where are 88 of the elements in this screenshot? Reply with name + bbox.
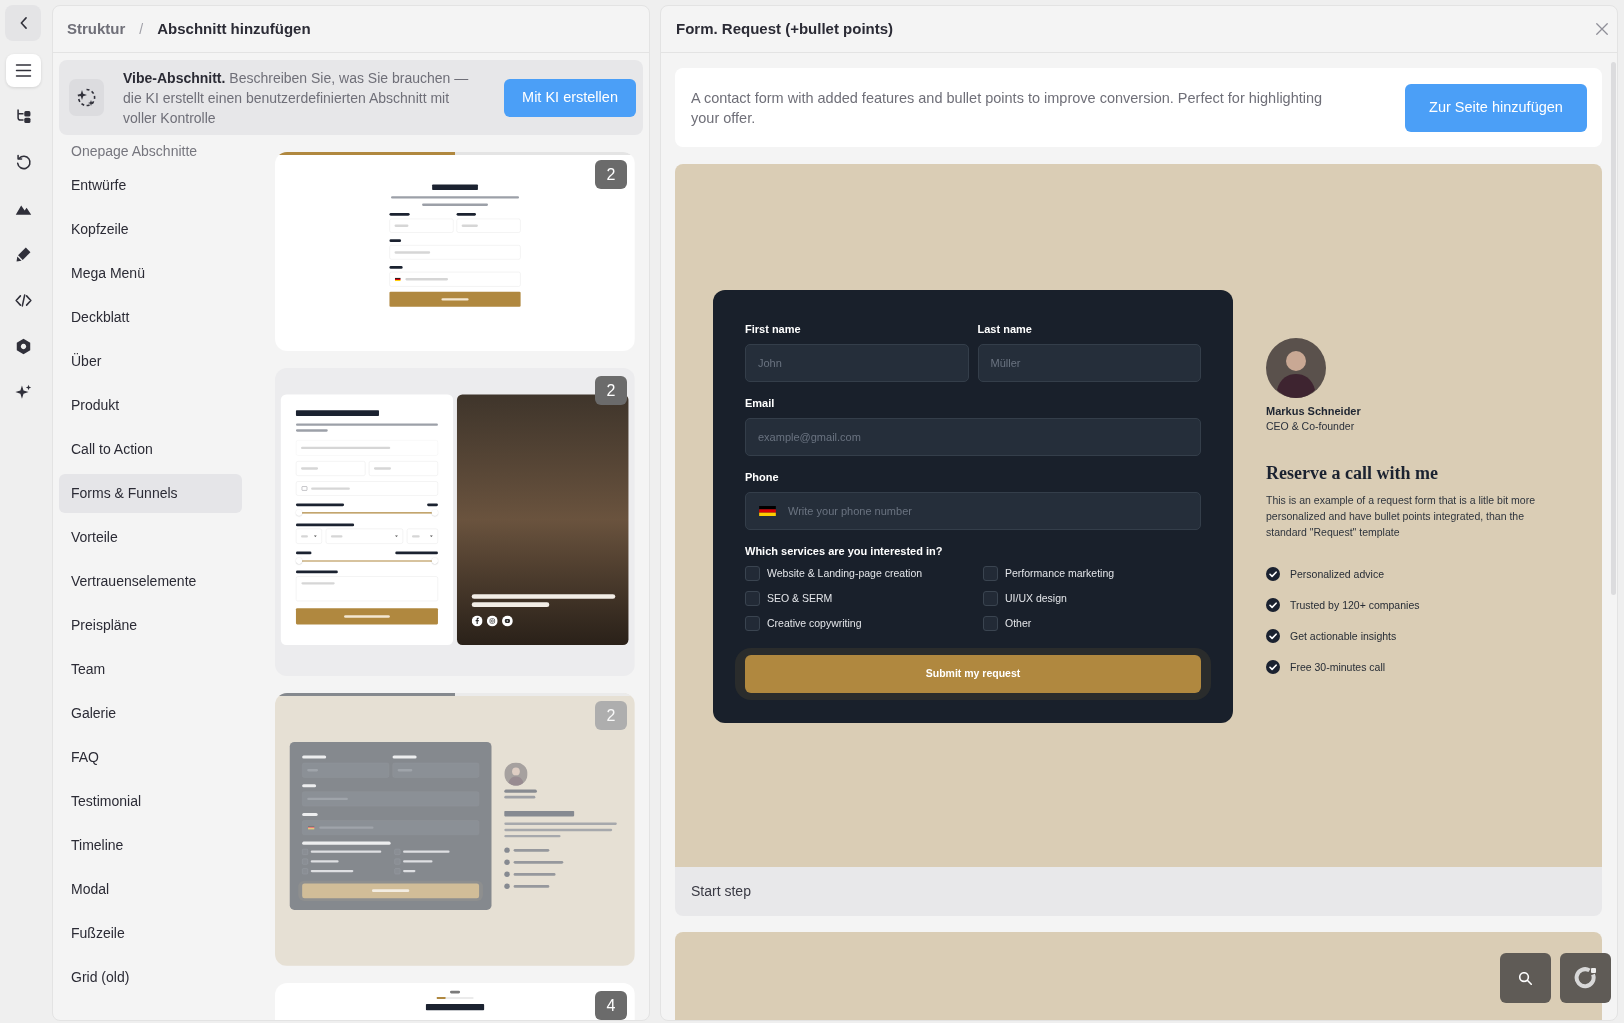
phone-field[interactable]: Write your phone number xyxy=(745,491,1201,530)
category-item[interactable]: Über xyxy=(59,342,242,381)
camera-icon xyxy=(486,615,498,627)
category-item[interactable]: Preispläne xyxy=(59,606,242,645)
step-bar: Start step xyxy=(675,867,1602,916)
count-badge: 2 xyxy=(595,160,627,189)
chevron-left-icon xyxy=(19,17,27,29)
category-item[interactable]: Kopfzeile xyxy=(59,210,242,249)
category-item[interactable]: FAQ xyxy=(59,738,242,777)
count-badge: 2 xyxy=(595,376,627,405)
option-label: SEO & SERM xyxy=(767,590,833,606)
check-icon xyxy=(1266,597,1280,612)
category-item[interactable]: Testimonial xyxy=(59,782,242,821)
checkbox[interactable] xyxy=(745,590,760,606)
check-icon xyxy=(1266,628,1280,643)
count-badge: 4 xyxy=(595,991,627,1020)
option-label: Website & Landing-page creation xyxy=(767,565,923,581)
field-label: Email xyxy=(745,395,776,410)
checkbox[interactable] xyxy=(983,590,998,606)
breadcrumb-link[interactable]: Struktur xyxy=(67,17,126,41)
close-icon[interactable] xyxy=(1595,22,1609,36)
breadcrumb-separator: / xyxy=(139,19,144,39)
play-icon xyxy=(502,615,513,627)
widget-button[interactable] xyxy=(1560,953,1611,1003)
sidebar-tab[interactable] xyxy=(5,54,41,87)
banner-text: Vibe-Abschnitt. Beschreiben Sie, was Sie brauchen — die KI erstellt einen benutzerdefinierten Abschnitt mit voller Kontrolle xyxy=(123,68,470,128)
option-label: Performance marketing xyxy=(1005,565,1115,581)
template-description: A contact form with added features and bullet points to improve conversion. Perfect for highlighting your offer. xyxy=(691,88,1324,128)
category-item[interactable]: Deckblatt xyxy=(59,298,242,337)
text-field[interactable]: John xyxy=(745,343,969,382)
person-role: CEO & Co-founder xyxy=(1266,418,1356,434)
search-button[interactable] xyxy=(1500,953,1551,1003)
history-icon xyxy=(14,154,32,171)
text-field[interactable]: Müller xyxy=(977,343,1201,382)
avatar xyxy=(1266,337,1326,398)
category-item[interactable]: Grid (old) xyxy=(59,958,242,997)
scrollbar[interactable] xyxy=(1611,62,1616,595)
category-item[interactable]: Team xyxy=(59,650,242,689)
checkbox[interactable] xyxy=(745,565,760,581)
category-item[interactable]: Timeline xyxy=(59,826,242,865)
template-card[interactable]: 2 xyxy=(275,152,635,351)
settings-icon xyxy=(14,338,32,355)
checkbox[interactable] xyxy=(983,615,998,631)
list-heading: Onepage Abschnitte xyxy=(70,142,199,161)
flag-icon xyxy=(759,505,776,516)
check-icon xyxy=(1266,566,1280,581)
breadcrumb-current: Abschnitt hinzufügen xyxy=(157,18,311,39)
search-icon xyxy=(1519,971,1532,985)
option-label: UI/UX design xyxy=(1005,590,1067,606)
template-card[interactable]: 2 xyxy=(275,368,635,676)
bullet-text: Get actionable insights xyxy=(1290,628,1397,644)
option-label: Creative copywriting xyxy=(767,615,862,631)
field-label: Last name xyxy=(977,321,1033,336)
checkbox[interactable] xyxy=(983,565,998,581)
option-label: Other xyxy=(1005,615,1032,631)
bullet-text: Personalized advice xyxy=(1290,566,1384,582)
category-item[interactable]: Fußzeile xyxy=(59,914,242,953)
bullet-text: Free 30-minutes call xyxy=(1290,659,1386,675)
template-card[interactable]: 4 xyxy=(275,983,635,1020)
person-name: Markus Schneider xyxy=(1266,403,1362,418)
section-description: This is an example of a request form that is a litle bit more personalized and have bullet points integrated, than the standard "Request" template xyxy=(1266,492,1537,540)
menu-icon xyxy=(14,62,32,79)
code-icon xyxy=(14,292,32,309)
ring-icon xyxy=(1573,966,1598,990)
category-item[interactable]: Galerie xyxy=(59,694,242,733)
sparkle-icon xyxy=(69,79,104,116)
back-button[interactable] xyxy=(5,5,41,41)
category-item[interactable]: Call to Action xyxy=(59,430,242,469)
category-item[interactable]: Vertrauenselemente xyxy=(59,562,242,601)
category-item[interactable]: Vorteile xyxy=(59,518,242,557)
category-item[interactable]: Forms & Funnels xyxy=(59,474,242,513)
category-item[interactable]: Entwürfe xyxy=(59,166,242,205)
category-item[interactable]: Mega Menü xyxy=(59,254,242,293)
bullet-text: Trusted by 120+ companies xyxy=(1290,597,1420,613)
check-icon xyxy=(1266,659,1280,674)
pen-icon xyxy=(14,246,32,263)
text-field[interactable]: example@gmail.com xyxy=(745,417,1201,456)
field-label: First name xyxy=(745,321,802,336)
field-label: Phone xyxy=(745,469,780,484)
category-item[interactable]: Modal xyxy=(59,870,242,909)
section-heading: Reserve a call with me xyxy=(1266,461,1439,484)
panel-title: Form. Request (+bullet points) xyxy=(676,18,894,39)
checkbox[interactable] xyxy=(745,615,760,631)
count-badge: 2 xyxy=(595,701,627,730)
letter-f-icon xyxy=(471,615,483,627)
field-label: Which services are you interested in? xyxy=(745,543,944,558)
category-item[interactable]: Produkt xyxy=(59,386,242,425)
tree-icon xyxy=(14,108,32,125)
